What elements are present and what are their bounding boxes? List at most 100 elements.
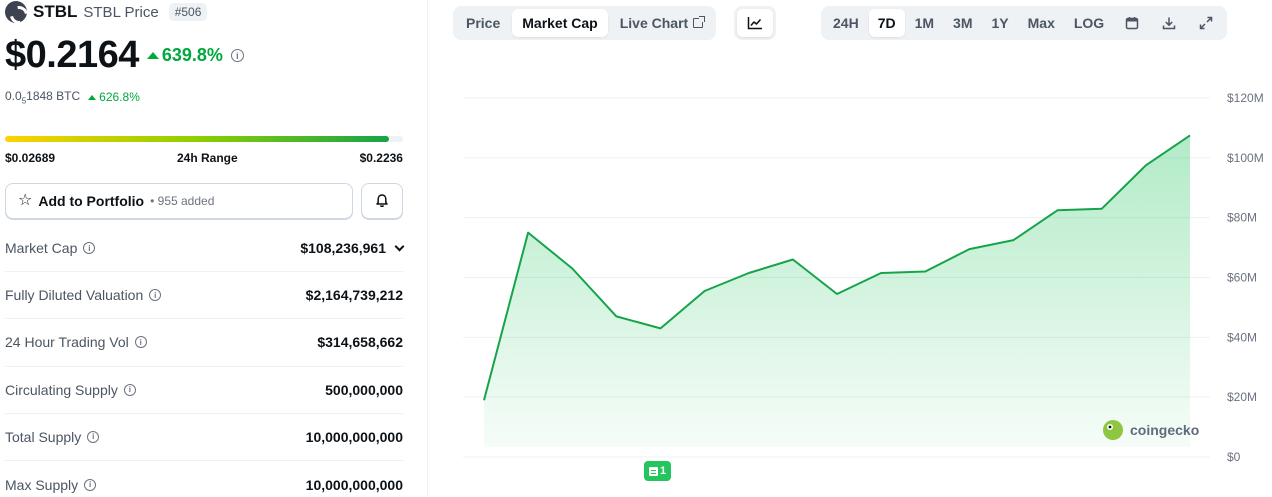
stat-value-text: 10,000,000,000 bbox=[305, 476, 403, 493]
stat-row: Fully Diluted Valuation i $2,164,739,212 bbox=[5, 272, 403, 320]
range-24h-label: 24h Range bbox=[176, 151, 238, 165]
y-tick-label: $80M bbox=[1227, 211, 1257, 225]
add-to-portfolio-button[interactable]: ☆ Add to Portfolio • 955 added bbox=[5, 183, 353, 219]
calendar-button[interactable] bbox=[1114, 9, 1150, 37]
stat-value-text: $108,236,961 bbox=[300, 240, 386, 257]
stat-value-text: 500,000,000 bbox=[325, 381, 403, 398]
current-price: $0.2164 bbox=[5, 34, 139, 76]
y-tick-label: $120M bbox=[1227, 91, 1264, 105]
stat-label-text: Market Cap bbox=[5, 240, 78, 257]
tab-log[interactable]: LOG bbox=[1065, 9, 1113, 37]
y-tick-label: $20M bbox=[1227, 390, 1257, 404]
stat-label: Market Cap i bbox=[5, 240, 96, 257]
coingecko-logo-icon bbox=[1103, 420, 1123, 440]
y-tick-label: $40M bbox=[1227, 330, 1257, 344]
range-24h-labels: $0.02689 24h Range $0.2236 bbox=[5, 151, 403, 165]
coin-name: STBL Price bbox=[83, 3, 159, 21]
price-alert-button[interactable] bbox=[361, 183, 403, 219]
info-icon[interactable]: i bbox=[134, 336, 147, 349]
event-marker[interactable]: 1 bbox=[644, 461, 671, 481]
info-icon[interactable]: i bbox=[123, 383, 136, 396]
tab-24h[interactable]: 24H bbox=[824, 9, 868, 37]
expand-icon bbox=[1199, 16, 1213, 30]
stat-label: Fully Diluted Valuation i bbox=[5, 287, 162, 304]
info-icon[interactable]: i bbox=[230, 49, 244, 62]
coin-overview-panel: STBL STBL Price #506 $0.2164 639.8% i 0.… bbox=[0, 0, 412, 497]
price-change-24h: 639.8% bbox=[146, 45, 223, 66]
caret-up-icon bbox=[88, 94, 97, 100]
tab-1y[interactable]: 1Y bbox=[983, 9, 1018, 37]
external-link-icon bbox=[693, 16, 706, 28]
info-icon[interactable]: i bbox=[83, 242, 96, 255]
stat-value: 10,000,000,000 bbox=[306, 429, 403, 445]
stbl-logo-icon bbox=[5, 1, 27, 23]
stat-value-text: $314,658,662 bbox=[317, 334, 403, 351]
calendar-icon bbox=[1125, 17, 1139, 30]
tab-1m[interactable]: 1M bbox=[906, 9, 943, 37]
stat-value: $314,658,662 bbox=[317, 334, 403, 350]
range-24h-bar bbox=[5, 136, 403, 142]
stat-label: 24 Hour Trading Vol i bbox=[5, 334, 147, 350]
stat-row: Circulating Supply i 500,000,000 bbox=[5, 367, 403, 414]
line-chart-icon bbox=[747, 17, 762, 30]
add-to-portfolio-label: Add to Portfolio bbox=[38, 193, 145, 209]
stat-label-text: Fully Diluted Valuation bbox=[5, 287, 144, 304]
chart-mode-tabs: Price Market Cap Live Chart bbox=[453, 6, 717, 40]
btc-price-row: 0.051848 BTC 626.8% bbox=[5, 89, 140, 105]
range-24h-high: $0.2236 bbox=[359, 151, 403, 165]
coin-header: STBL STBL Price #506 bbox=[5, 1, 208, 23]
stat-row: Max Supply i 10,000,000,000 bbox=[5, 461, 403, 497]
stat-row[interactable]: Market Cap i $108,236,961 bbox=[5, 225, 405, 273]
y-tick-label: $60M bbox=[1227, 271, 1257, 285]
fullscreen-button[interactable] bbox=[1188, 9, 1224, 37]
y-axis: $0 $20M $40M $60M $80M $100M $120M bbox=[1227, 91, 1264, 464]
info-icon[interactable]: i bbox=[149, 289, 162, 302]
caret-up-icon bbox=[146, 52, 159, 59]
info-icon[interactable]: i bbox=[87, 430, 100, 443]
stats-list: Market Cap i $108,236,961 Fully Diluted Val… bbox=[5, 225, 405, 497]
tab-max[interactable]: Max bbox=[1019, 9, 1064, 37]
stat-label-text: Circulating Supply bbox=[5, 381, 118, 398]
stat-label: Circulating Supply i bbox=[5, 382, 136, 398]
stat-value: $2,164,739,212 bbox=[306, 287, 403, 303]
tab-3m[interactable]: 3M bbox=[944, 9, 981, 37]
stat-row: Total Supply i 10,000,000,000 bbox=[5, 414, 403, 461]
stat-value: 500,000,000 bbox=[325, 382, 403, 398]
stat-label-text: Total Supply bbox=[5, 428, 82, 445]
chevron-down-icon[interactable] bbox=[394, 241, 405, 252]
coingecko-watermark: coingecko bbox=[1103, 420, 1199, 440]
tab-7d[interactable]: 7D bbox=[868, 9, 905, 37]
coingecko-logo-pupil bbox=[1108, 425, 1112, 429]
line-chart-button[interactable] bbox=[737, 9, 773, 37]
chart-type-toggle bbox=[734, 6, 776, 40]
market-cap-chart[interactable]: $0 $20M $40M $60M $80M $100M $120M coingecko bbox=[440, 60, 1272, 480]
stat-row: 24 Hour Trading Vol i $314,658,662 bbox=[5, 319, 403, 367]
panel-divider bbox=[427, 0, 428, 497]
stat-label: Total Supply i bbox=[5, 428, 100, 445]
range-24h-low: $0.02689 bbox=[5, 151, 56, 165]
news-icon bbox=[648, 466, 658, 476]
download-button[interactable] bbox=[1151, 9, 1187, 37]
rank-badge: #506 bbox=[168, 3, 208, 21]
tab-price[interactable]: Price bbox=[456, 9, 510, 37]
btc-price: 0.051848 BTC bbox=[5, 89, 81, 106]
info-icon[interactable]: i bbox=[84, 478, 97, 491]
tab-live-chart[interactable]: Live Chart bbox=[610, 9, 713, 37]
y-tick-label: $0 bbox=[1227, 450, 1241, 464]
stat-label: Max Supply i bbox=[5, 476, 97, 493]
stat-value-text: 10,000,000,000 bbox=[305, 428, 403, 445]
star-icon: ☆ bbox=[18, 192, 33, 209]
stat-label-text: Max Supply bbox=[5, 476, 79, 493]
tab-market-cap[interactable]: Market Cap bbox=[512, 9, 608, 37]
stat-value-text: $2,164,739,212 bbox=[305, 287, 403, 304]
time-range-tabs: 24H 7D 1M 3M 1Y Max LOG bbox=[821, 6, 1228, 40]
price-change-value: 639.8% bbox=[161, 45, 223, 65]
btc-price-change: 626.8% bbox=[88, 90, 140, 104]
stat-value: 10,000,000,000 bbox=[306, 477, 403, 493]
coin-symbol: STBL bbox=[33, 2, 78, 21]
event-count: 1 bbox=[659, 465, 667, 477]
y-tick-label: $100M bbox=[1227, 151, 1264, 165]
download-icon bbox=[1162, 17, 1176, 30]
range-24h-fill bbox=[5, 136, 390, 142]
stat-value: $108,236,961 bbox=[300, 240, 405, 257]
